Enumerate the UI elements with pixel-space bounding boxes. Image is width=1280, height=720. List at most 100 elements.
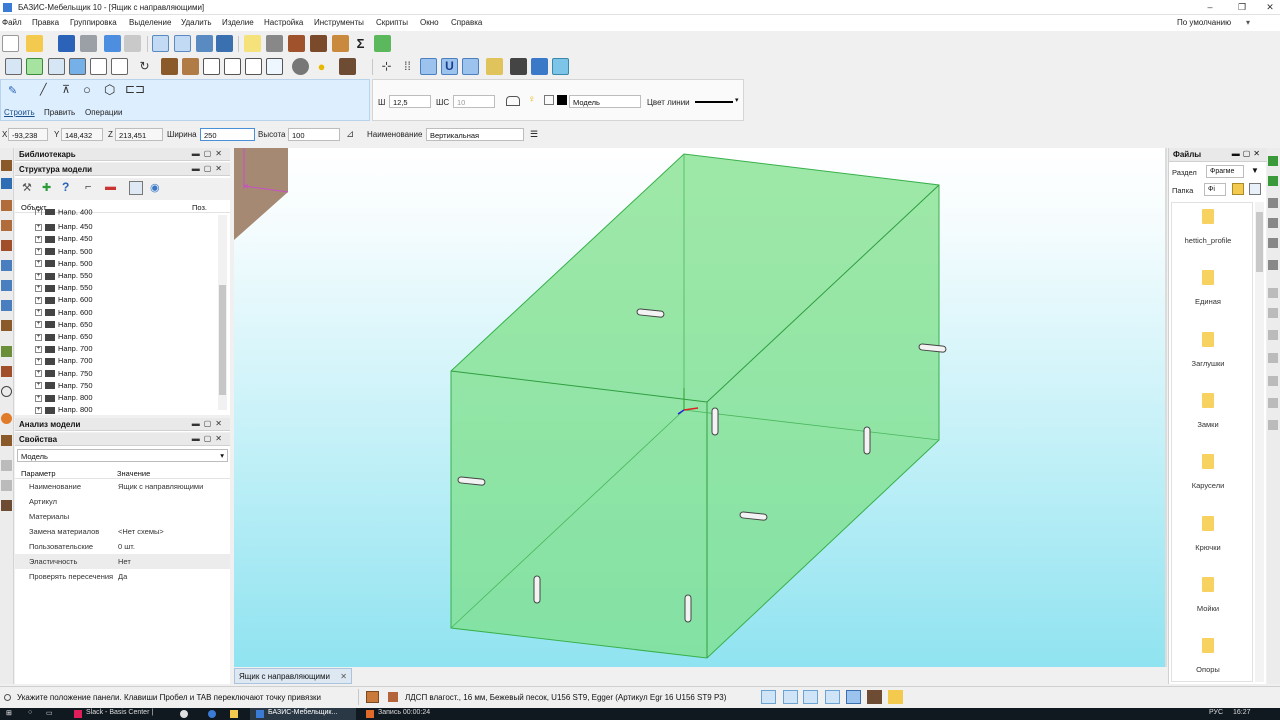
document-tab[interactable]: Ящик с направляющими ✕: [234, 668, 352, 684]
circle-tool-icon[interactable]: ○: [83, 82, 101, 97]
minimize-button[interactable]: –: [1196, 0, 1224, 14]
grid-icon[interactable]: ⁞⁞: [399, 58, 416, 75]
zoom-window-icon[interactable]: [174, 35, 191, 52]
drawer-box-model[interactable]: [450, 153, 940, 659]
view-back-icon[interactable]: [90, 58, 107, 75]
view-iso-icon[interactable]: [69, 58, 86, 75]
expand-icon[interactable]: +: [35, 284, 42, 292]
tree-row[interactable]: + Напр. 700: [35, 344, 93, 356]
expand-icon[interactable]: +: [35, 260, 42, 268]
width-input[interactable]: 250: [200, 128, 255, 141]
files-scrollbar[interactable]: [1255, 202, 1264, 682]
tree-row[interactable]: + Напр. 600: [35, 308, 93, 320]
z-input[interactable]: 213,451: [115, 128, 163, 141]
search-icon[interactable]: ○: [28, 709, 32, 716]
col-pos[interactable]: Поз.: [192, 203, 207, 212]
expand-icon[interactable]: +: [35, 209, 42, 215]
file-folder-item[interactable]: Опоры: [1172, 638, 1244, 674]
branch-icon[interactable]: ⌐: [85, 181, 99, 195]
file-folder-item[interactable]: Крючки: [1172, 515, 1244, 552]
text-icon[interactable]: [216, 35, 233, 52]
layer-select[interactable]: Модель: [569, 95, 641, 108]
expand-icon[interactable]: +: [35, 382, 42, 390]
fastener-tool-icon[interactable]: [1, 346, 12, 357]
tree-row[interactable]: + Напр. 650: [35, 320, 93, 332]
box-tool-icon[interactable]: [1, 200, 12, 211]
property-row[interactable]: Проверять пересечения Да: [15, 569, 230, 584]
property-row[interactable]: Эластичность Нет: [15, 554, 230, 569]
model-tool-icon[interactable]: [1, 480, 12, 491]
open-folder-icon[interactable]: [26, 35, 43, 52]
files-scroll-thumb[interactable]: [1256, 212, 1263, 272]
3d-viewport[interactable]: ×: [234, 148, 1165, 667]
tree-row[interactable]: + Напр. 450: [35, 234, 93, 246]
right-tool-7-icon[interactable]: [1268, 288, 1278, 298]
tree-row[interactable]: + Напр. 650: [35, 332, 93, 344]
right-tool-6-icon[interactable]: [1268, 260, 1278, 270]
right-tool-5-icon[interactable]: [1268, 238, 1278, 248]
material-description[interactable]: ЛДСП влагост., 16 мм, Бежевый песок, U15…: [405, 693, 726, 702]
menu-grouping[interactable]: Группировка: [70, 18, 117, 27]
measure-tool-icon[interactable]: [1, 386, 12, 397]
magnet-icon[interactable]: U: [441, 58, 458, 75]
right-tool-12-icon[interactable]: [1268, 398, 1278, 408]
menu-help[interactable]: Справка: [451, 18, 482, 27]
menu-edit[interactable]: Правка: [32, 18, 59, 27]
menu-settings[interactable]: Настройка: [264, 18, 303, 27]
tree-row[interactable]: + Напр. 750: [35, 369, 93, 381]
right-tool-9-icon[interactable]: [1268, 330, 1278, 340]
profile-tool-icon[interactable]: [1, 260, 12, 271]
expand-icon[interactable]: +: [35, 394, 42, 402]
menu-scripts[interactable]: Скрипты: [376, 18, 408, 27]
layer-color-swatch[interactable]: [557, 95, 567, 105]
new-file-icon[interactable]: [2, 35, 19, 52]
files-window-controls[interactable]: ▬▢✕: [1232, 149, 1263, 158]
line-snap-icon[interactable]: [462, 58, 479, 75]
expand-icon[interactable]: +: [35, 370, 42, 378]
sum-icon[interactable]: Σ: [352, 35, 369, 52]
file-folder-item[interactable]: Замки: [1172, 392, 1244, 429]
view-front-icon[interactable]: [5, 58, 22, 75]
undo-icon[interactable]: [104, 35, 121, 52]
section-dropdown-icon[interactable]: ▼: [1251, 166, 1259, 175]
curve-tool-icon[interactable]: [1, 366, 12, 377]
save-icon[interactable]: [58, 35, 75, 52]
property-value[interactable]: Нет: [118, 557, 131, 566]
right-tool-10-icon[interactable]: [1268, 353, 1278, 363]
task-view-icon[interactable]: ▭: [46, 709, 53, 717]
property-row[interactable]: Артикул: [15, 494, 230, 509]
tree-row[interactable]: + Напр. 500: [35, 247, 93, 259]
property-value[interactable]: <Нет схемы>: [118, 527, 164, 536]
line-tool-icon[interactable]: ╱: [40, 83, 58, 97]
w-input[interactable]: 12,5: [389, 95, 431, 108]
eye-icon[interactable]: ◉: [150, 181, 166, 195]
status-tool-2-icon[interactable]: [783, 690, 798, 704]
status-note-icon[interactable]: [888, 690, 903, 704]
expand-icon[interactable]: +: [35, 357, 42, 365]
property-row[interactable]: Наименование Ящик с направляющими: [15, 479, 230, 494]
drawer-tool-icon[interactable]: [1, 220, 12, 231]
hidden-lines-icon[interactable]: [224, 58, 241, 75]
axes-icon[interactable]: ⊹: [378, 58, 395, 75]
expand-icon[interactable]: +: [35, 296, 42, 304]
measure-icon[interactable]: [510, 58, 527, 75]
expand-icon[interactable]: +: [35, 309, 42, 317]
name-select[interactable]: Вертикальная: [426, 128, 524, 141]
polygon-tool-icon[interactable]: ⬡: [104, 82, 122, 97]
slack-icon[interactable]: [74, 710, 82, 718]
start-icon[interactable]: ⊞: [6, 709, 12, 717]
right-tool-11-icon[interactable]: [1268, 376, 1278, 386]
tree-scroll-thumb[interactable]: [219, 285, 226, 395]
height-input[interactable]: 100: [288, 128, 340, 141]
y-input[interactable]: 148,432: [61, 128, 103, 141]
list-icon[interactable]: ☰: [530, 129, 538, 140]
cabinet-icon[interactable]: [288, 35, 305, 52]
right-tool-1-icon[interactable]: [1268, 156, 1278, 166]
keyboard-language[interactable]: РУС: [1209, 709, 1223, 716]
view-left-icon[interactable]: [48, 58, 65, 75]
structure-window-controls[interactable]: ▬▢✕: [192, 164, 226, 173]
taskbar-recorder[interactable]: Запись 00:00:24: [378, 709, 430, 716]
shelf-tool-icon[interactable]: [1, 240, 12, 251]
note-icon[interactable]: [244, 35, 261, 52]
ruler-icon[interactable]: [486, 58, 503, 75]
